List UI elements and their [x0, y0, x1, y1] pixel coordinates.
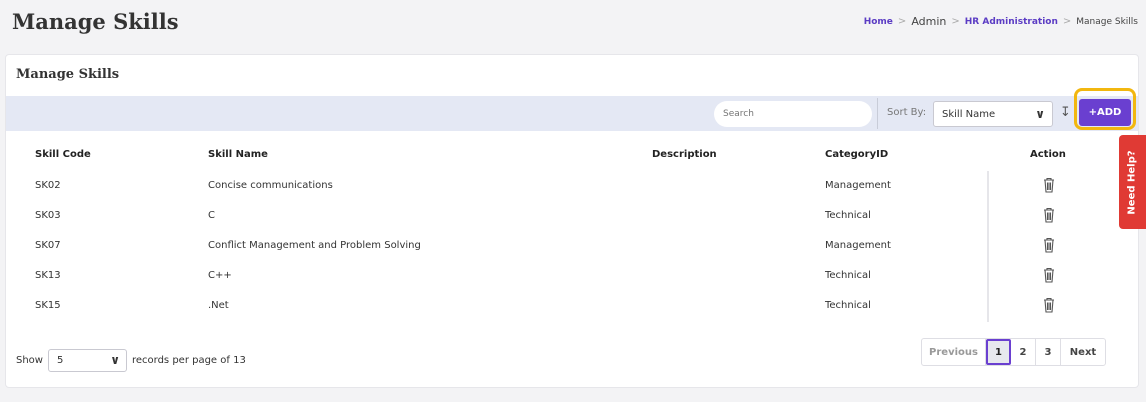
previous-page-button[interactable]: Previous [922, 339, 986, 365]
sort-label: Sort By: [887, 107, 927, 118]
breadcrumb-hr-administration[interactable]: HR Administration [965, 17, 1058, 27]
column-header-description[interactable]: Description [652, 149, 717, 160]
column-header-category-id[interactable]: CategoryID [825, 149, 888, 160]
breadcrumb-home[interactable]: Home [864, 17, 893, 27]
toolbar: Sort By: Skill Name ∨ ↧ [6, 96, 1138, 131]
skill-name-cell: Concise communications [208, 180, 333, 191]
skills-card: Manage Skills Sort By: Skill Name ∨ ↧ +A… [5, 54, 1139, 388]
table-row: SK13 C++ Technical [6, 261, 1138, 291]
breadcrumb: Home > Admin > HR Administration > Manag… [864, 15, 1138, 28]
search-input[interactable] [714, 101, 872, 127]
table-row: SK15 .Net Technical [6, 291, 1138, 321]
records-text: records per page of 13 [131, 355, 246, 366]
breadcrumb-separator: > [951, 16, 960, 27]
show-label: Show [16, 355, 43, 366]
toolbar-divider [877, 98, 878, 129]
skill-name-cell: Conflict Management and Problem Solving [208, 240, 421, 251]
next-page-button[interactable]: Next [1061, 339, 1105, 365]
chevron-down-icon: ∨ [110, 353, 120, 367]
column-header-action: Action [1030, 149, 1066, 160]
category-cell: Technical [825, 300, 871, 311]
page-2-button[interactable]: 2 [1011, 339, 1036, 365]
pagination: Previous 1 2 3 Next [921, 338, 1106, 366]
skill-code-cell: SK02 [35, 180, 61, 191]
trash-icon[interactable] [1042, 297, 1056, 313]
page-size-select[interactable]: 5 ∨ [47, 349, 127, 372]
category-cell: Management [825, 240, 891, 251]
skill-name-cell: .Net [208, 300, 229, 311]
trash-icon[interactable] [1042, 177, 1056, 193]
page-1-button[interactable]: 1 [986, 339, 1011, 365]
table-row: SK07 Conflict Management and Problem Sol… [6, 231, 1138, 261]
trash-icon[interactable] [1042, 207, 1056, 223]
sort-select-value: Skill Name [942, 108, 996, 120]
card-title: Manage Skills [16, 67, 120, 82]
skill-name-cell: C++ [208, 270, 232, 281]
skill-code-cell: SK07 [35, 240, 61, 251]
trash-icon[interactable] [1042, 237, 1056, 253]
add-button[interactable]: +ADD [1079, 99, 1131, 126]
skill-name-cell: C [208, 210, 215, 221]
category-cell: Technical [825, 210, 871, 221]
breadcrumb-separator: > [1062, 16, 1072, 27]
sort-select[interactable]: Skill Name ∨ [933, 101, 1053, 127]
breadcrumb-current: Manage Skills [1076, 16, 1138, 27]
skill-code-cell: SK03 [35, 210, 61, 221]
page-title: Manage Skills [12, 9, 179, 34]
category-cell: Management [825, 180, 891, 191]
page-3-button[interactable]: 3 [1036, 339, 1061, 365]
page-size-control: Show 5 ∨ records per page of 13 [16, 349, 246, 372]
table-row: SK03 C Technical [6, 201, 1138, 231]
sort-order-icon[interactable]: ↧ [1060, 105, 1071, 120]
skill-code-cell: SK13 [35, 270, 61, 281]
page-size-value: 5 [56, 355, 64, 366]
need-help-label: Need Help? [1127, 149, 1138, 215]
breadcrumb-separator: > [897, 16, 907, 27]
table-scrollbar[interactable] [987, 171, 989, 322]
column-header-skill-name[interactable]: Skill Name [208, 149, 268, 160]
need-help-tab[interactable]: Need Help? [1119, 135, 1146, 229]
table-row: SK02 Concise communications Management [6, 171, 1138, 201]
skill-code-cell: SK15 [35, 300, 61, 311]
column-header-skill-code[interactable]: Skill Code [35, 149, 91, 160]
trash-icon[interactable] [1042, 267, 1056, 283]
chevron-down-icon: ∨ [1035, 107, 1045, 121]
category-cell: Technical [825, 270, 871, 281]
breadcrumb-admin: Admin [911, 15, 947, 28]
